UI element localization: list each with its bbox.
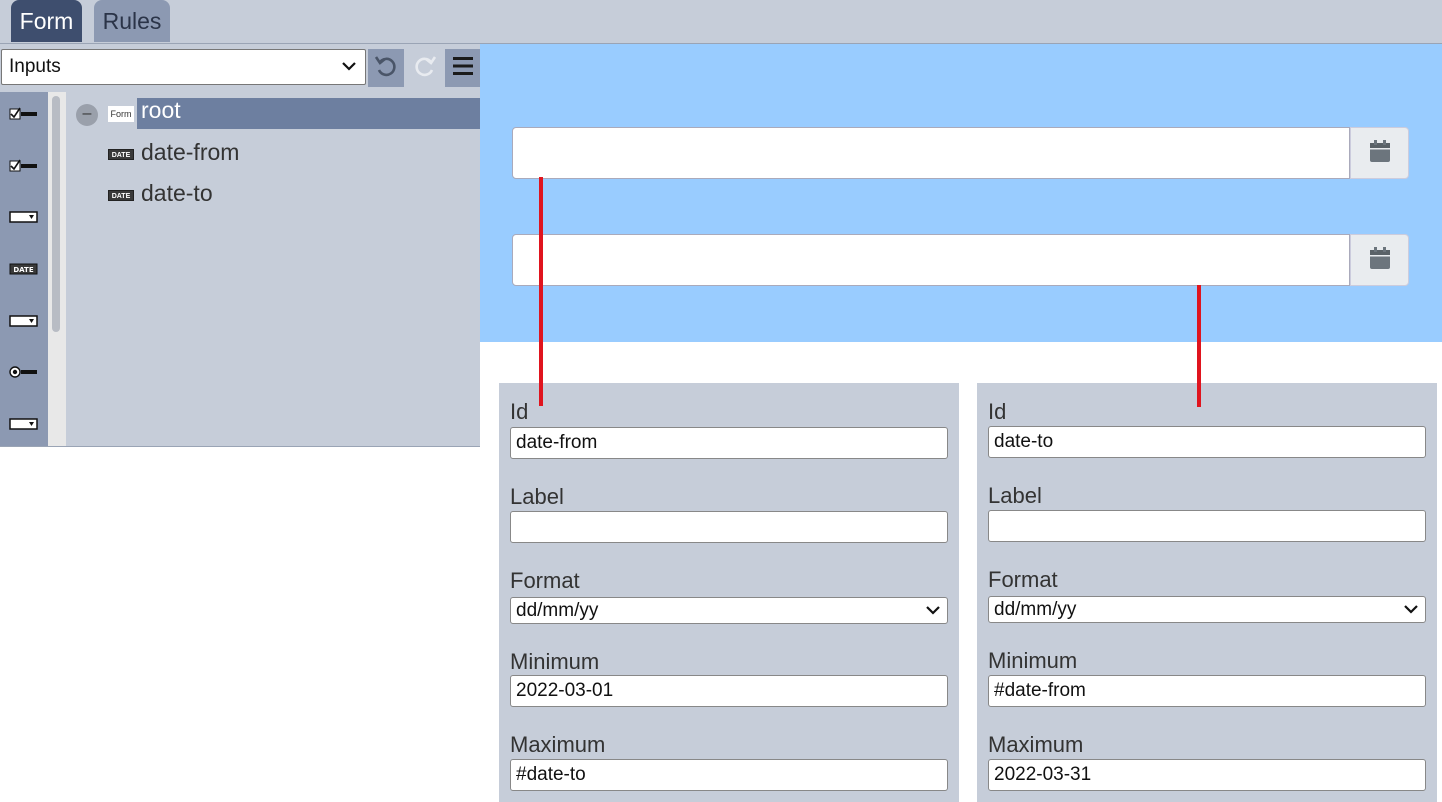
properties-panel-date-to: Id date-to Label Format dd/mm/yy Minimum…	[977, 383, 1437, 802]
minimum-label: Minimum	[510, 649, 600, 674]
format-select-value: dd/mm/yy	[516, 600, 599, 621]
radio-input-icon[interactable]	[8, 362, 40, 382]
minimum-label: Minimum	[988, 648, 1078, 673]
tree-item-date-to[interactable]: date-to	[141, 180, 213, 207]
id-field[interactable]: date-from	[510, 427, 948, 459]
date-badge: DATE	[108, 149, 134, 160]
date-to-input[interactable]	[512, 234, 1350, 286]
form-preview	[480, 44, 1442, 342]
palette-scrollbar[interactable]	[48, 92, 66, 446]
top-tab-bar: Form Rules	[0, 0, 1442, 44]
date-badge: DATE	[108, 190, 134, 201]
checkbox-input-icon[interactable]	[8, 156, 40, 176]
chevron-down-icon	[925, 598, 941, 631]
maximum-field[interactable]: #date-to	[510, 759, 948, 791]
minimum-field[interactable]: #date-from	[988, 675, 1426, 707]
format-label: Format	[510, 568, 580, 593]
palette-scrollbar-thumb[interactable]	[52, 96, 60, 332]
tree-item-root-label[interactable]: root	[141, 97, 181, 124]
inputs-select-value: Inputs	[9, 56, 61, 77]
tab-form[interactable]: Form	[11, 0, 82, 42]
undo-icon	[373, 53, 399, 84]
format-select[interactable]: dd/mm/yy	[988, 596, 1426, 623]
date-input-icon[interactable]: DATE	[8, 259, 40, 279]
left-panel: Inputs DATE – Form root DATE date-from D…	[0, 44, 481, 447]
date-to-calendar-button[interactable]	[1350, 234, 1409, 286]
date-from-calendar-button[interactable]	[1350, 127, 1409, 179]
minimum-field[interactable]: 2022-03-01	[510, 675, 948, 707]
connector-line-date-to	[1197, 285, 1201, 407]
tree-item-root-selection[interactable]	[137, 98, 480, 129]
form-badge: Form	[108, 106, 134, 122]
label-label: Label	[510, 484, 564, 509]
hamburger-menu-icon	[451, 55, 475, 82]
format-label: Format	[988, 567, 1058, 592]
select-input-icon[interactable]	[8, 414, 40, 434]
tree-item-date-from[interactable]: date-from	[141, 139, 239, 166]
label-field[interactable]	[988, 510, 1426, 542]
collapse-icon[interactable]: –	[76, 104, 98, 126]
label-label: Label	[988, 483, 1042, 508]
inputs-select[interactable]: Inputs	[1, 49, 366, 85]
label-field[interactable]	[510, 511, 948, 543]
svg-text:DATE: DATE	[13, 266, 33, 274]
redo-button[interactable]	[407, 49, 443, 87]
redo-icon	[412, 53, 438, 84]
id-label: Id	[988, 399, 1007, 424]
calendar-icon	[1369, 139, 1391, 168]
undo-button[interactable]	[368, 49, 404, 87]
chevron-down-icon	[341, 50, 357, 97]
connector-line-date-from	[539, 177, 543, 406]
maximum-field[interactable]: 2022-03-31	[988, 759, 1426, 791]
chevron-down-icon	[1403, 597, 1419, 630]
id-field[interactable]: date-to	[988, 426, 1426, 458]
menu-button[interactable]	[445, 49, 481, 87]
tab-rules[interactable]: Rules	[94, 0, 170, 42]
select-input-icon[interactable]	[8, 311, 40, 331]
properties-panel-date-from: Id date-from Label Format dd/mm/yy Minim…	[499, 383, 959, 802]
component-tree: – Form root DATE date-from DATE date-to	[66, 92, 480, 446]
maximum-label: Maximum	[510, 732, 606, 757]
format-select[interactable]: dd/mm/yy	[510, 597, 948, 624]
component-palette: DATE	[0, 92, 48, 446]
maximum-label: Maximum	[988, 732, 1084, 757]
format-select-value: dd/mm/yy	[994, 599, 1077, 620]
date-from-input[interactable]	[512, 127, 1350, 179]
id-label: Id	[510, 399, 529, 424]
calendar-icon	[1369, 246, 1391, 275]
checkbox-input-icon[interactable]	[8, 104, 40, 124]
select-input-icon[interactable]	[8, 207, 40, 227]
